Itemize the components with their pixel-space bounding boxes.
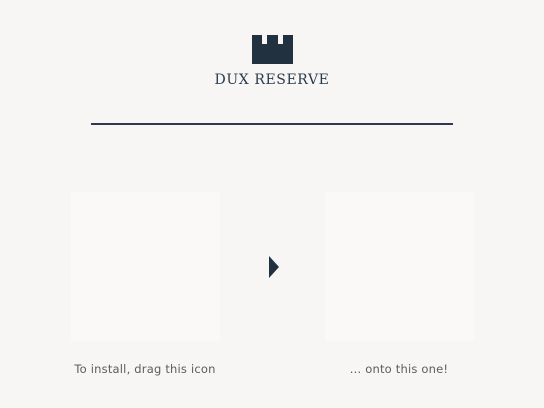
drop-target-caption: ... onto this one! (349, 362, 449, 376)
app-icon-drag-source[interactable] (71, 192, 220, 341)
arrow-right-icon (269, 256, 279, 278)
header-divider (91, 123, 453, 125)
brand-name: DUX RESERVE (214, 72, 330, 88)
applications-drop-target[interactable] (325, 192, 474, 341)
drag-source-caption: To install, drag this icon (74, 362, 216, 376)
castle-tower-icon (252, 35, 293, 64)
